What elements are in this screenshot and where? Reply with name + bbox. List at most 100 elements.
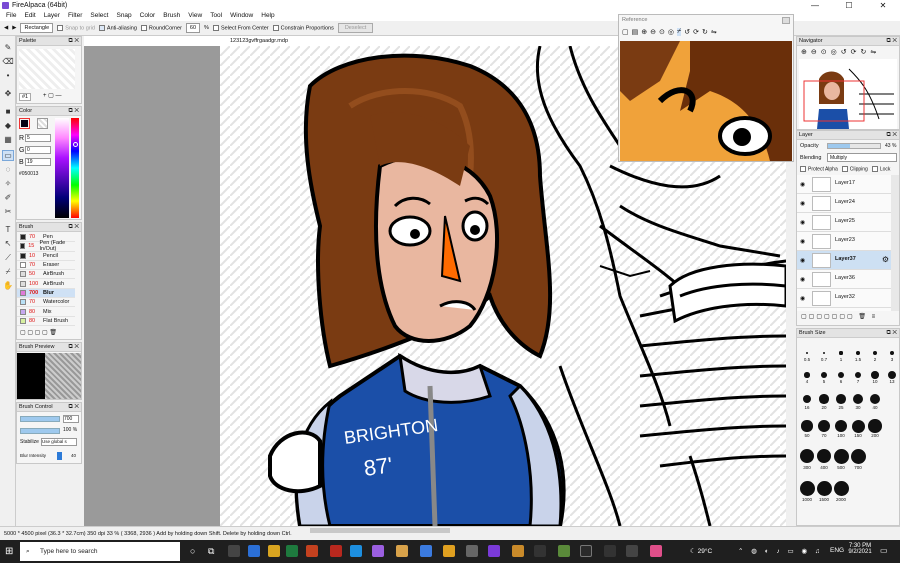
snap-to-grid-checkbox[interactable]: Snap to grid bbox=[57, 24, 95, 31]
ref-rotate-right-icon[interactable]: ↻ bbox=[702, 28, 708, 36]
brush-size-dot[interactable] bbox=[834, 419, 848, 433]
brush-size-dot[interactable] bbox=[799, 448, 815, 464]
firealpaca-icon[interactable] bbox=[372, 545, 384, 557]
brush-size-dot[interactable] bbox=[818, 420, 830, 432]
brush-size-dot[interactable] bbox=[802, 394, 812, 404]
brush-size-dot[interactable] bbox=[852, 393, 864, 405]
cortana-icon[interactable]: ○ bbox=[190, 546, 195, 556]
brush-size-dot[interactable] bbox=[854, 371, 862, 379]
nav-zoom-in-icon[interactable]: ⊕ bbox=[801, 48, 807, 56]
maximize-button[interactable]: ☐ bbox=[832, 0, 866, 11]
menu-select[interactable]: Select bbox=[86, 11, 112, 21]
brush-size-dot[interactable] bbox=[869, 393, 881, 405]
lasso-tool-icon[interactable]: ◌ bbox=[2, 164, 14, 175]
opacity-slider[interactable] bbox=[20, 428, 60, 434]
nav-actual-icon[interactable]: ◎ bbox=[831, 48, 837, 56]
app-icon-6[interactable] bbox=[650, 545, 662, 557]
layer-toolbar-icons[interactable]: ▢▢▢▢▢▢▢ 🗑 ≡ bbox=[801, 313, 877, 320]
brush-size-dot[interactable] bbox=[836, 394, 846, 404]
visibility-eye-icon[interactable]: ◉ bbox=[800, 257, 806, 264]
text-tool-icon[interactable]: T bbox=[2, 224, 14, 235]
brush-size-dot[interactable] bbox=[804, 372, 810, 378]
bucket-tool-icon[interactable]: ◆ bbox=[2, 120, 14, 131]
menu-view[interactable]: View bbox=[184, 11, 206, 21]
nav-reset-icon[interactable]: ⟳ bbox=[851, 48, 857, 56]
brush-size-dot[interactable] bbox=[871, 371, 879, 379]
panel-close-icon[interactable]: ⧉ ✕ bbox=[886, 37, 897, 46]
visibility-eye-icon[interactable]: ◉ bbox=[800, 181, 806, 188]
layer-row[interactable]: ◉ Layer23 bbox=[797, 232, 891, 251]
menu-window[interactable]: Window bbox=[226, 11, 257, 21]
round-value-input[interactable]: 60 bbox=[185, 23, 201, 33]
menu-brush[interactable]: Brush bbox=[159, 11, 184, 21]
nav-rotate-left-icon[interactable]: ↺ bbox=[841, 48, 847, 56]
steam-icon[interactable] bbox=[228, 545, 240, 557]
layer-row[interactable]: ◉ Layer25 bbox=[797, 213, 891, 232]
anti-aliasing-checkbox[interactable]: Anti-aliasing bbox=[98, 24, 137, 31]
fill-rect-icon[interactable]: ■ bbox=[2, 106, 14, 117]
g-input[interactable]: 0 bbox=[25, 146, 51, 154]
brush-size-dot[interactable] bbox=[889, 350, 895, 356]
menu-file[interactable]: File bbox=[2, 11, 20, 21]
app-icon-4[interactable] bbox=[604, 545, 616, 557]
ref-zoom-out-icon[interactable]: ⊖ bbox=[650, 28, 656, 36]
layer-scrollbar[interactable] bbox=[891, 175, 899, 311]
monitor-icon[interactable] bbox=[466, 545, 478, 557]
brush-item[interactable]: 70 Watercolor bbox=[17, 298, 75, 308]
panel-close-icon[interactable]: ⧉ ✕ bbox=[886, 329, 897, 338]
gradient-tool-icon[interactable]: ▦ bbox=[2, 134, 14, 145]
move-tool-icon[interactable]: ✥ bbox=[2, 88, 14, 99]
ref-zoom-fit-icon[interactable]: ⊙ bbox=[659, 28, 665, 36]
brush-size-dot[interactable] bbox=[887, 370, 897, 380]
weather-widget[interactable]: ☾ 29°C bbox=[690, 547, 712, 555]
eyedropper-icon[interactable]: ⌿ bbox=[2, 266, 14, 277]
brush-size-dot[interactable] bbox=[821, 372, 827, 378]
menu-edit[interactable]: Edit bbox=[20, 11, 39, 21]
panel-close-icon[interactable]: ⧉ ✕ bbox=[68, 403, 79, 412]
secondary-color-swatch[interactable] bbox=[37, 118, 48, 129]
hand-tool-icon[interactable]: ✋ bbox=[2, 280, 14, 291]
brush-size-dot[interactable] bbox=[833, 448, 849, 464]
tray-icons[interactable]: ⌃ ◍ ◐ ♪ ▭ ◉ ♫ bbox=[738, 547, 823, 555]
round-corner-checkbox[interactable]: RoundCorner bbox=[140, 24, 182, 31]
next-icon[interactable]: ▶ bbox=[12, 25, 16, 31]
brush-size-dot[interactable] bbox=[837, 371, 845, 379]
lock-checkbox[interactable]: Lock bbox=[871, 166, 890, 172]
layer-row[interactable]: ◉ Layer24 bbox=[797, 194, 891, 213]
nav-zoom-out-icon[interactable]: ⊖ bbox=[811, 48, 817, 56]
brush-item[interactable]: 80 Flat Brush bbox=[17, 317, 75, 326]
menu-tool[interactable]: Tool bbox=[206, 11, 226, 21]
folder-icon[interactable] bbox=[248, 545, 260, 557]
menu-color[interactable]: Color bbox=[136, 11, 160, 21]
r-input[interactable]: 5 bbox=[25, 134, 51, 142]
brush-list-tools-icon[interactable]: ▢ ▢ ▢ ▢ 🗑 bbox=[20, 329, 57, 336]
deselect-button[interactable]: Deselect bbox=[337, 23, 374, 33]
visibility-eye-icon[interactable]: ◉ bbox=[800, 295, 806, 302]
ref-eyedropper-icon[interactable]: ⌿ bbox=[676, 28, 682, 36]
brush-size-dot[interactable] bbox=[816, 480, 832, 496]
windows-start-icon[interactable]: ⊞ bbox=[5, 546, 13, 557]
panel-close-icon[interactable]: ⧉ ✕ bbox=[68, 223, 79, 232]
visibility-eye-icon[interactable]: ◉ bbox=[800, 276, 806, 283]
ref-reset-icon[interactable]: ⟳ bbox=[693, 28, 699, 36]
select-pen-icon[interactable]: ✐ bbox=[2, 192, 14, 203]
app-icon-3[interactable] bbox=[534, 545, 546, 557]
brush-size-dot[interactable] bbox=[822, 351, 826, 355]
select-from-center-checkbox[interactable]: Select From Center bbox=[212, 24, 269, 31]
edge-icon[interactable] bbox=[350, 545, 362, 557]
powerpoint-icon[interactable] bbox=[306, 545, 318, 557]
layer-row[interactable]: ◉ Layer17 bbox=[797, 175, 891, 194]
stabilize-select[interactable]: Use global s bbox=[41, 438, 77, 446]
brush-size-dot[interactable] bbox=[801, 420, 813, 432]
nav-rotate-right-icon[interactable]: ↻ bbox=[860, 48, 866, 56]
nav-fit-icon[interactable]: ⊙ bbox=[821, 48, 827, 56]
app-icon-5[interactable] bbox=[626, 545, 638, 557]
explorer-icon[interactable] bbox=[396, 545, 408, 557]
clock[interactable]: 7:30 PM 9/2/2021 bbox=[846, 543, 874, 555]
nav-flip-icon[interactable]: ⇋ bbox=[870, 48, 876, 56]
palette-tools-icon[interactable]: + ▢ — bbox=[43, 92, 62, 99]
panel-close-icon[interactable]: ⧉ ✕ bbox=[68, 37, 79, 46]
excel-icon[interactable] bbox=[286, 545, 298, 557]
brush-size-dot[interactable] bbox=[816, 448, 832, 464]
rect-select-icon[interactable]: ▭ bbox=[2, 150, 14, 161]
